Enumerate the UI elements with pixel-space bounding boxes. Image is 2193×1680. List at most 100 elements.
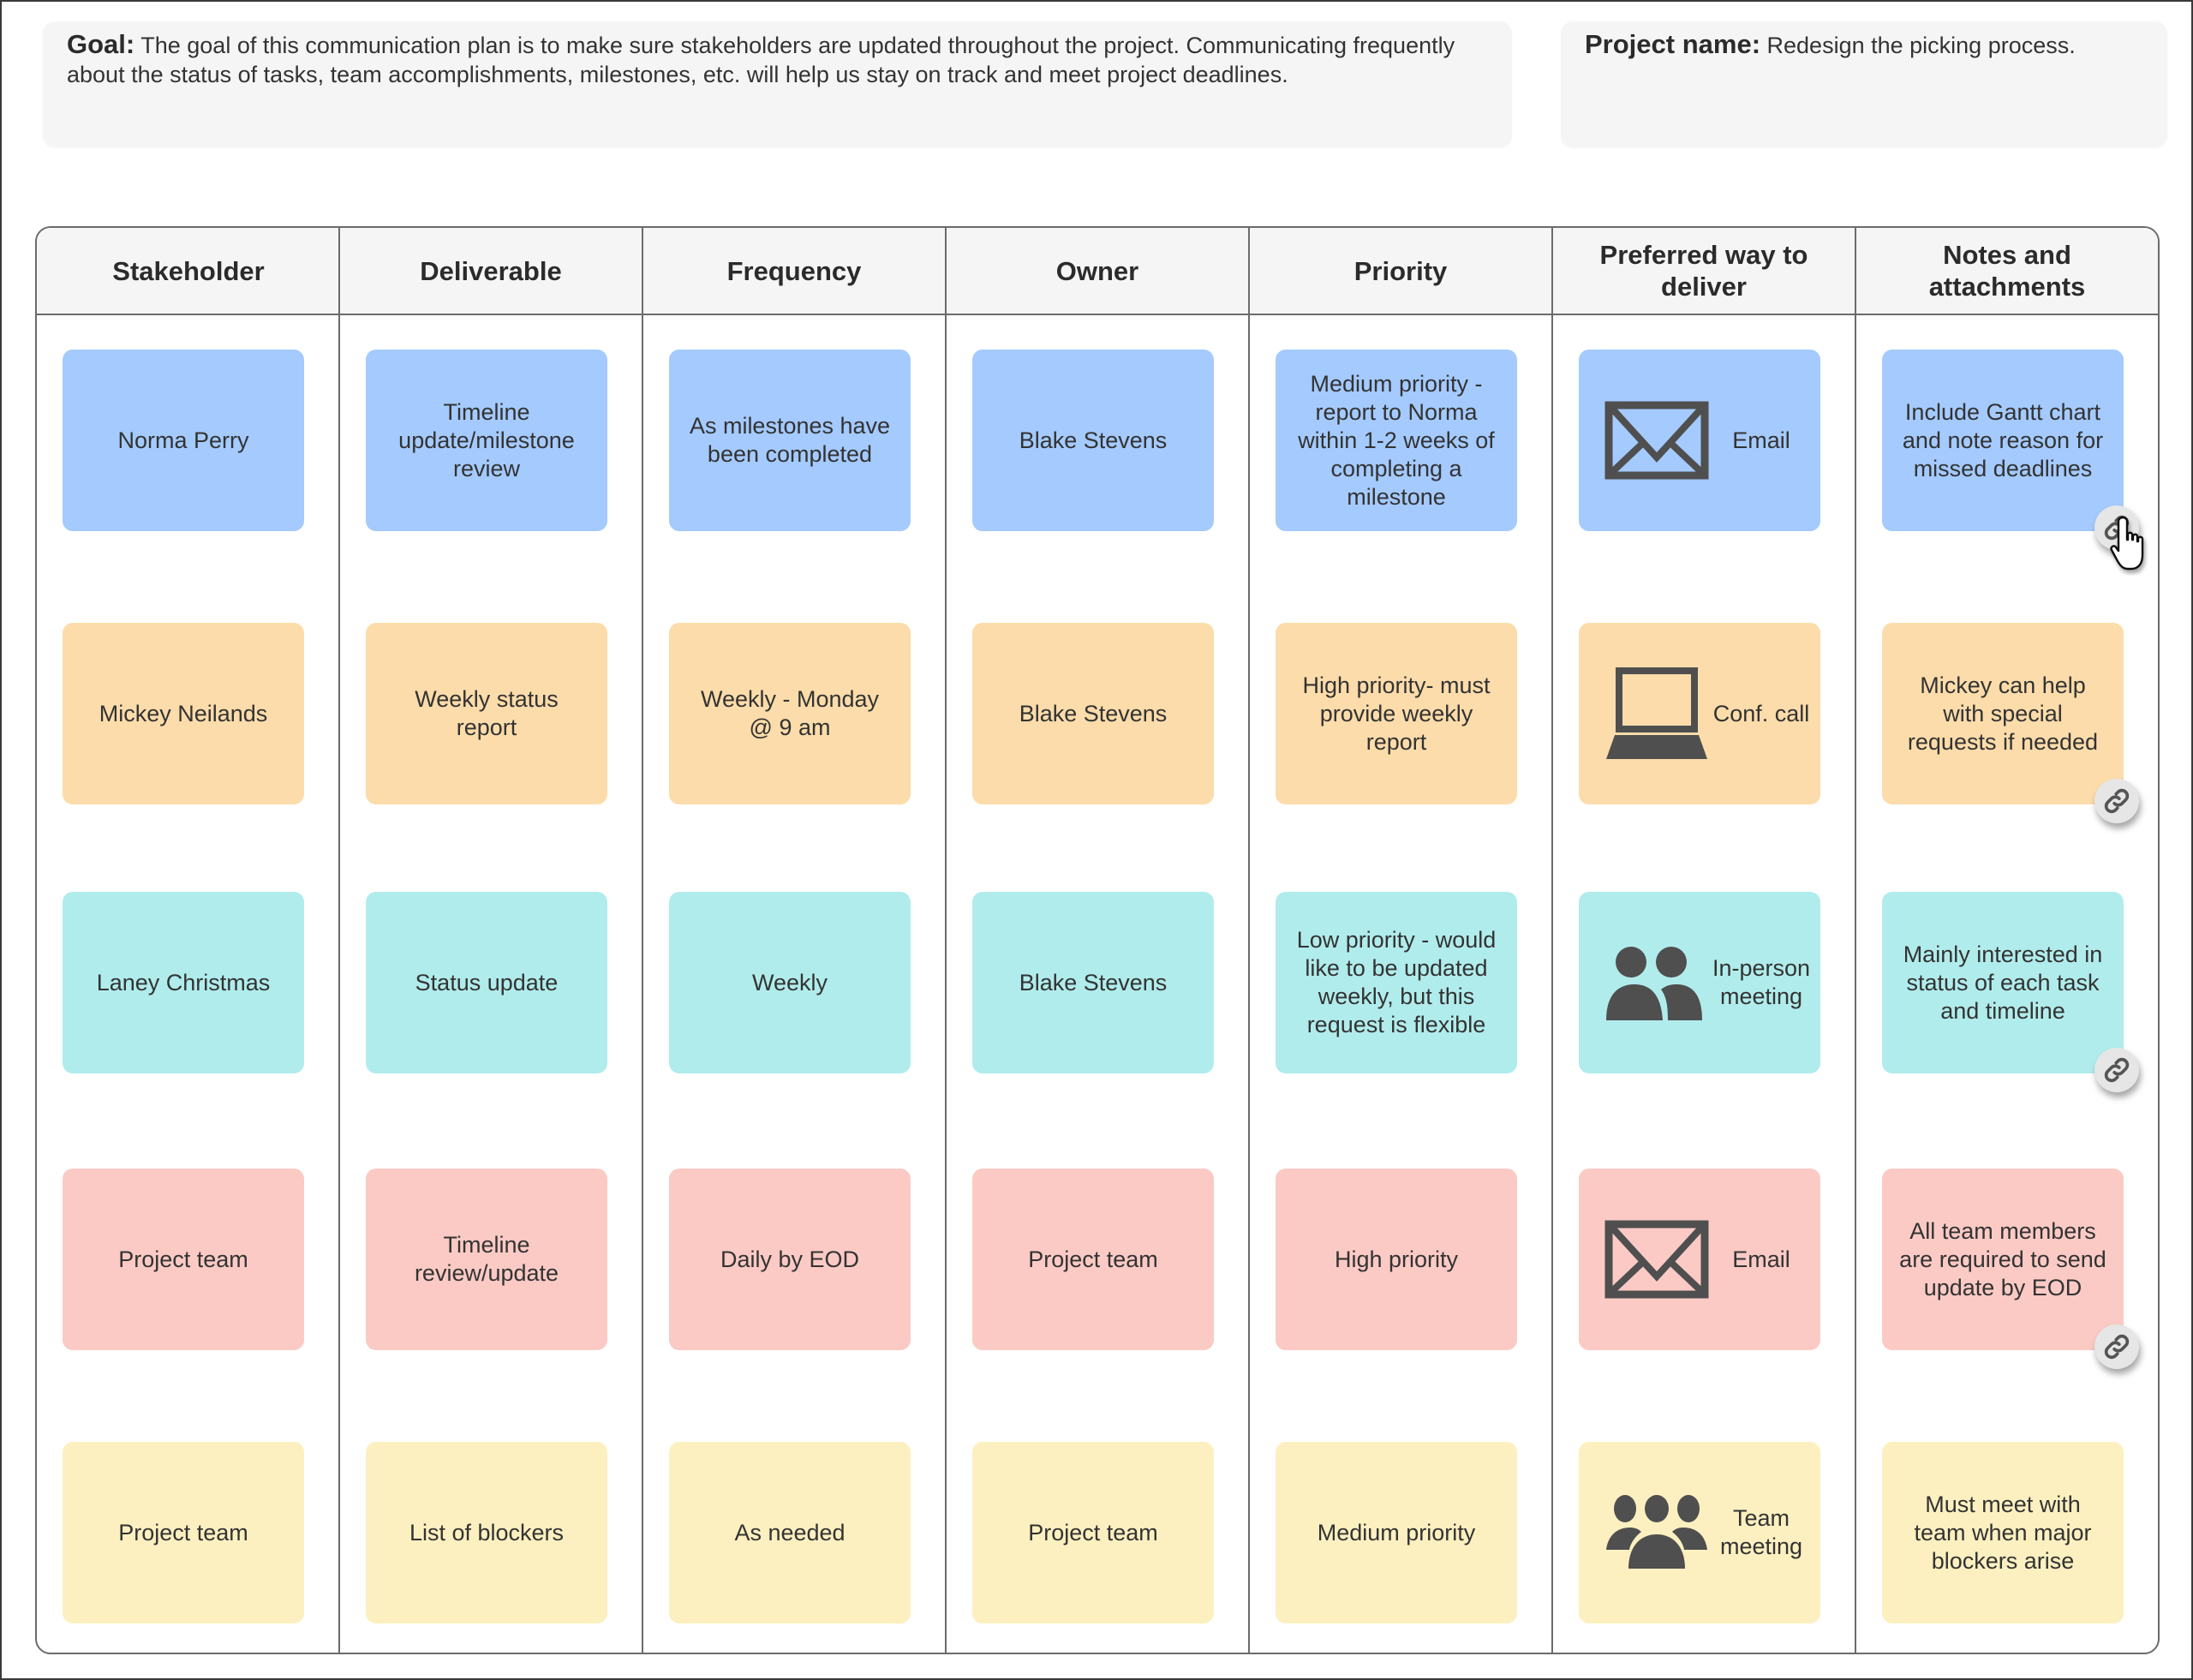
- note-frequency[interactable]: Weekly - Monday @ 9 am: [669, 623, 911, 804]
- stakeholder-text: Project team: [118, 1519, 248, 1545]
- header-preferred-way: Preferred way to deliver: [1599, 240, 1808, 302]
- link-icon: [2102, 786, 2131, 816]
- notes-text: Must meet with team when major blockers …: [1914, 1491, 2092, 1574]
- note-method[interactable]: In-person meeting: [1579, 892, 1820, 1073]
- header-notes: Notes and attachments: [1928, 240, 2086, 302]
- priority-text: Medium priority: [1317, 1519, 1476, 1545]
- link-icon: [2102, 1332, 2131, 1361]
- link-attachment-button[interactable]: [2094, 1324, 2139, 1369]
- frequency-text: Weekly - Monday @ 9 am: [700, 686, 880, 740]
- note-stakeholder[interactable]: Mickey Neilands: [63, 623, 304, 804]
- owner-text: Blake Stevens: [1019, 700, 1168, 726]
- note-stakeholder[interactable]: Project team: [63, 1442, 304, 1623]
- link-attachment-button[interactable]: [2094, 779, 2139, 823]
- note-notes[interactable]: Include Gantt chart and note reason for …: [1882, 350, 2124, 531]
- note-owner[interactable]: Blake Stevens: [972, 350, 1214, 531]
- priority-text: Medium priority - report to Norma within…: [1298, 370, 1495, 510]
- column-divider: [1248, 228, 1250, 1653]
- priority-text: High priority- must provide weekly repor…: [1302, 672, 1491, 755]
- note-stakeholder[interactable]: Norma Perry: [63, 350, 304, 531]
- note-notes[interactable]: All team members are required to send up…: [1882, 1169, 2124, 1350]
- hand-pointer-cursor-icon: [2110, 516, 2144, 571]
- laptop-icon: [1604, 667, 1709, 761]
- link-attachment-button[interactable]: [2094, 1048, 2139, 1092]
- deliverable-text: Timeline review/update: [414, 1232, 559, 1286]
- column-divider: [945, 228, 947, 1653]
- note-method[interactable]: Conf. call: [1579, 623, 1820, 804]
- notes-text: Include Gantt chart and note reason for …: [1902, 398, 2104, 481]
- column-divider: [1551, 228, 1553, 1653]
- note-frequency[interactable]: Weekly: [669, 892, 911, 1073]
- note-owner[interactable]: Blake Stevens: [972, 892, 1214, 1073]
- note-priority[interactable]: Medium priority - report to Norma within…: [1276, 350, 1517, 531]
- stakeholder-text: Norma Perry: [117, 427, 249, 453]
- note-priority[interactable]: Medium priority: [1276, 1442, 1517, 1623]
- note-priority[interactable]: High priority: [1276, 1169, 1517, 1350]
- note-owner[interactable]: Project team: [972, 1169, 1214, 1350]
- note-frequency[interactable]: As milestones have been completed: [669, 350, 911, 531]
- owner-text: Blake Stevens: [1019, 969, 1168, 995]
- note-deliverable[interactable]: Weekly status report: [366, 623, 607, 804]
- frequency-text: Daily by EOD: [720, 1246, 860, 1272]
- note-stakeholder[interactable]: Laney Christmas: [63, 892, 304, 1073]
- owner-text: Blake Stevens: [1019, 427, 1168, 453]
- priority-text: Low priority - would like to be updated …: [1296, 927, 1497, 1037]
- frequency-text: As needed: [734, 1519, 846, 1545]
- delivery-method-label: Email: [1732, 427, 1790, 453]
- note-deliverable[interactable]: Timeline update/milestone review: [366, 350, 607, 531]
- deliverable-text: Status update: [415, 969, 559, 995]
- header-stakeholder: Stakeholder: [112, 255, 265, 286]
- column-divider: [642, 228, 643, 1653]
- deliverable-text: List of blockers: [409, 1519, 565, 1545]
- stakeholder-text: Laney Christmas: [96, 969, 271, 995]
- project-name-label: Project name:: [1585, 29, 1761, 59]
- note-method[interactable]: Team meeting: [1579, 1442, 1820, 1623]
- note-priority[interactable]: Low priority - would like to be updated …: [1276, 892, 1517, 1073]
- deliverable-text: Weekly status report: [415, 686, 559, 740]
- column-divider: [338, 228, 340, 1653]
- note-frequency[interactable]: Daily by EOD: [669, 1169, 911, 1350]
- note-notes[interactable]: Mainly interested in status of each task…: [1882, 892, 2124, 1073]
- header-priority: Priority: [1353, 255, 1448, 286]
- two-people-icon: [1604, 936, 1709, 1030]
- group-icon: [1604, 1486, 1709, 1580]
- stakeholder-text: Project team: [118, 1246, 248, 1272]
- header-deliverable: Deliverable: [420, 255, 562, 286]
- note-deliverable[interactable]: Timeline review/update: [366, 1169, 607, 1350]
- table-header-row: Stakeholder Deliverable Frequency Owner …: [37, 228, 2158, 315]
- note-notes[interactable]: Mickey can help with special requests if…: [1882, 623, 2124, 804]
- note-method[interactable]: Email: [1579, 350, 1820, 531]
- note-method[interactable]: Email: [1579, 1169, 1820, 1350]
- note-priority[interactable]: High priority- must provide weekly repor…: [1276, 623, 1517, 804]
- note-owner[interactable]: Project team: [972, 1442, 1214, 1623]
- frequency-text: As milestones have been completed: [689, 413, 891, 467]
- note-stakeholder[interactable]: Project team: [63, 1169, 304, 1350]
- project-name-box[interactable]: Project name: Redesign the picking proce…: [1561, 21, 2167, 147]
- goal-label: Goal:: [67, 29, 135, 59]
- goal-box[interactable]: Goal: The goal of this communication pla…: [43, 21, 1512, 147]
- delivery-method-label: In-person meeting: [1712, 955, 1811, 1009]
- stakeholder-text: Mickey Neilands: [99, 700, 268, 726]
- header-frequency: Frequency: [726, 255, 862, 286]
- deliverable-text: Timeline update/milestone review: [398, 398, 575, 481]
- note-deliverable[interactable]: Status update: [366, 892, 607, 1073]
- delivery-method-label: Conf. call: [1712, 700, 1810, 726]
- priority-text: High priority: [1334, 1246, 1459, 1272]
- delivery-method-label: Team meeting: [1719, 1505, 1803, 1559]
- owner-text: Project team: [1028, 1519, 1158, 1545]
- owner-text: Project team: [1028, 1246, 1158, 1272]
- goal-text: The goal of this communication plan is t…: [67, 33, 1455, 87]
- link-icon: [2102, 1055, 2131, 1085]
- note-deliverable[interactable]: List of blockers: [366, 1442, 607, 1623]
- note-notes[interactable]: Must meet with team when major blockers …: [1882, 1442, 2124, 1623]
- envelope-icon: [1604, 393, 1709, 487]
- delivery-method-label: Email: [1732, 1246, 1790, 1272]
- envelope-icon: [1604, 1212, 1709, 1306]
- note-frequency[interactable]: As needed: [669, 1442, 911, 1623]
- notes-text: All team members are required to send up…: [1899, 1217, 2106, 1300]
- header-owner: Owner: [1055, 255, 1139, 286]
- notes-text: Mainly interested in status of each task…: [1903, 941, 2103, 1024]
- column-divider: [1855, 228, 1856, 1653]
- note-owner[interactable]: Blake Stevens: [972, 623, 1214, 804]
- project-name-text: Redesign the picking process.: [1766, 33, 2076, 58]
